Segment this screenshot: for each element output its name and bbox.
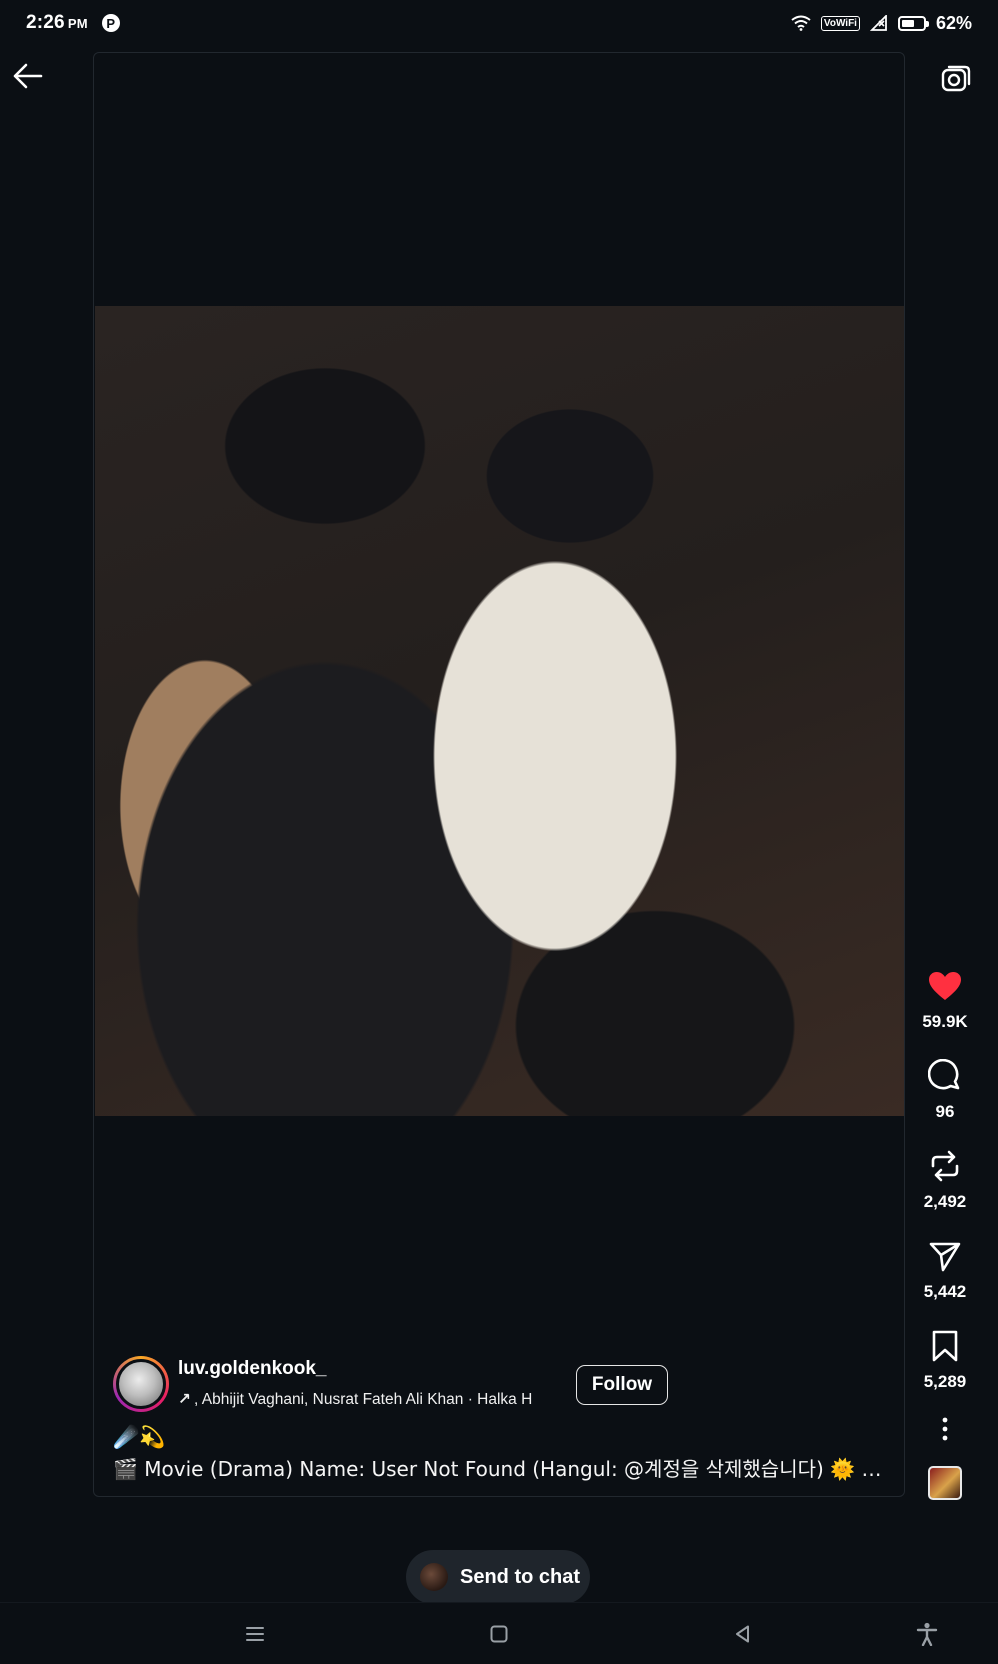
camera-icon bbox=[941, 65, 971, 92]
back-button[interactable] bbox=[12, 62, 48, 94]
repost-count: 2,492 bbox=[923, 1192, 967, 1211]
username[interactable]: luv.goldenkook_ bbox=[178, 1358, 327, 1380]
repost-icon[interactable] bbox=[927, 1148, 963, 1184]
battery-fill bbox=[901, 19, 914, 27]
music-info[interactable]: ↗, Abhijit Vaghani, Nusrat Fateh Ali Kha… bbox=[178, 1390, 563, 1409]
music-arrow-icon: ↗ bbox=[178, 1391, 191, 1408]
camera-button[interactable] bbox=[940, 62, 974, 96]
like-action[interactable]: 59.9K bbox=[910, 968, 980, 1032]
author-row: luv.goldenkook_ ↗, Abhijit Vaghani, Nusr… bbox=[113, 1356, 673, 1412]
share-action[interactable]: 5,442 bbox=[910, 1238, 980, 1302]
chat-avatar bbox=[420, 1563, 448, 1591]
accessibility-icon[interactable] bbox=[912, 1619, 942, 1649]
save-count: 5,289 bbox=[923, 1372, 967, 1391]
send-to-chat-button[interactable]: Send to chat bbox=[406, 1550, 590, 1604]
follow-button[interactable]: Follow bbox=[576, 1365, 668, 1405]
more-icon[interactable] bbox=[930, 1414, 960, 1444]
caption-emoji-line: ☄️💫 bbox=[113, 1425, 166, 1449]
avatar[interactable] bbox=[116, 1359, 166, 1409]
repost-action[interactable]: 2,492 bbox=[910, 1148, 980, 1212]
caption[interactable]: 🎬 Movie (Drama) Name: User Not Found (Ha… bbox=[113, 1453, 890, 1482]
status-right: VoWiFi 62% bbox=[791, 13, 972, 34]
home-square-icon[interactable] bbox=[484, 1619, 514, 1649]
clock-time: 2:26 bbox=[26, 12, 65, 33]
status-bar: 2:26 PM P VoWiFi 62% bbox=[0, 0, 998, 46]
heart-icon[interactable] bbox=[927, 968, 963, 1004]
battery-icon bbox=[897, 15, 929, 31]
vowifi-badge: VoWiFi bbox=[820, 15, 860, 31]
action-rail: 59.9K 96 2,492 5,442 5,289 bbox=[910, 968, 980, 1500]
menu-icon[interactable] bbox=[240, 1619, 270, 1649]
share-icon[interactable] bbox=[927, 1238, 963, 1274]
post-card bbox=[93, 52, 905, 1497]
signal-icon bbox=[869, 15, 887, 31]
back-triangle-icon[interactable] bbox=[728, 1619, 758, 1649]
save-action[interactable]: 5,289 bbox=[910, 1328, 980, 1392]
comment-count: 96 bbox=[935, 1102, 955, 1121]
like-count: 59.9K bbox=[922, 1012, 968, 1031]
comment-icon[interactable] bbox=[927, 1058, 963, 1094]
send-to-chat-label: Send to chat bbox=[460, 1565, 581, 1588]
pinterest-icon: P bbox=[101, 14, 120, 32]
music-text: , Abhijit Vaghani, Nusrat Fateh Ali Khan… bbox=[194, 1391, 533, 1408]
system-nav-bar bbox=[0, 1602, 998, 1664]
wifi-icon bbox=[791, 15, 811, 31]
avatar-story-ring[interactable] bbox=[113, 1356, 169, 1412]
status-left: 2:26 PM P bbox=[26, 12, 120, 34]
clock-ampm: PM bbox=[67, 16, 88, 31]
bookmark-icon[interactable] bbox=[927, 1328, 963, 1364]
clock: 2:26 PM bbox=[26, 12, 88, 34]
audio-thumbnail[interactable] bbox=[928, 1466, 962, 1500]
share-count: 5,442 bbox=[923, 1282, 967, 1301]
post-photo[interactable] bbox=[95, 306, 904, 1116]
back-arrow-icon bbox=[13, 63, 43, 89]
comment-action[interactable]: 96 bbox=[910, 1058, 980, 1122]
battery-percent: 62% bbox=[935, 12, 972, 33]
